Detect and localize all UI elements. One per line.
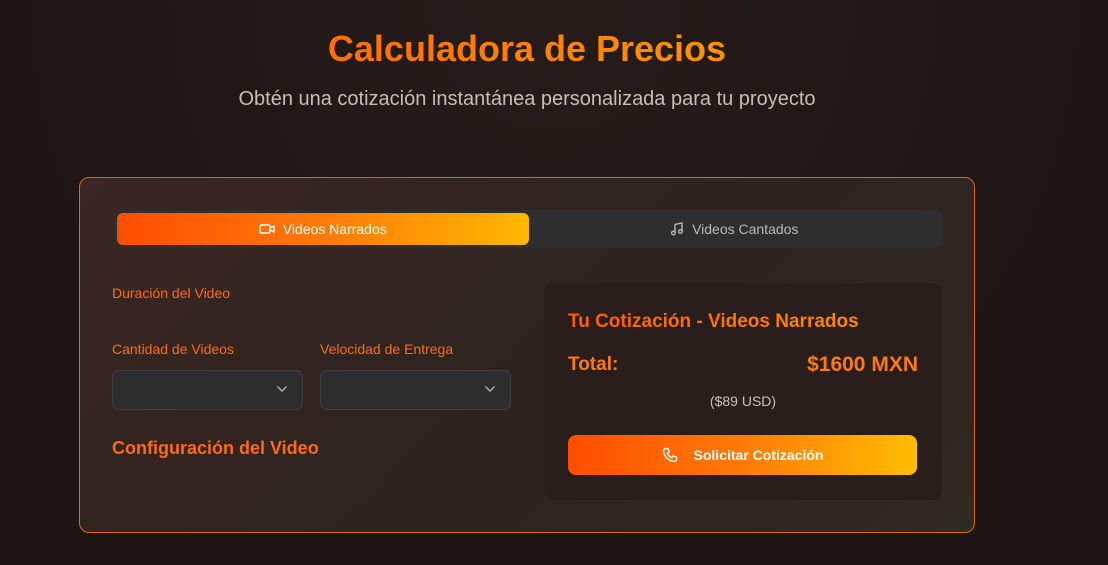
tab-label: Videos Cantados (692, 221, 799, 237)
page-subtitle: Obtén una cotización instantánea persona… (238, 88, 816, 110)
delivery-label: Velocidad de Entrega (320, 341, 454, 357)
config-heading: Configuración del Video (112, 438, 319, 458)
total-value: $1600 MXN (807, 353, 918, 376)
tab-videos-narrados[interactable]: Videos Narrados (117, 213, 529, 245)
quote-title: Tu Cotización - Videos Narrados (568, 311, 859, 332)
request-quote-button[interactable]: Solicitar Cotización (568, 435, 917, 475)
tab-label: Videos Narrados (282, 221, 387, 237)
tab-videos-cantados[interactable]: Videos Cantados (529, 213, 941, 245)
usd-value: ($89 USD) (709, 393, 777, 409)
request-quote-label: Solicitar Cotización (693, 447, 824, 463)
page-title: Calculadora de Precios (0, 28, 1054, 70)
video-type-tabs: Videos Narrados Videos Cantados (114, 210, 943, 248)
music-note-icon (670, 222, 683, 236)
delivery-select[interactable] (320, 370, 511, 410)
video-icon (258, 224, 275, 234)
quantity-select[interactable] (112, 370, 303, 410)
phone-icon (662, 447, 677, 463)
pricing-calculator-page: Calculadora de Precios Obtén una cotizac… (0, 0, 1108, 565)
total-label: Total: (568, 354, 619, 375)
chevron-down-icon (485, 386, 495, 392)
chevron-down-icon (277, 386, 287, 392)
calculator-card: Videos Narrados Videos Cantados Duración… (79, 177, 975, 533)
quote-panel: Tu Cotización - Videos Narrados Total: $… (544, 283, 942, 500)
duration-label: Duración del Video (112, 285, 231, 301)
quantity-label: Cantidad de Videos (112, 341, 234, 357)
